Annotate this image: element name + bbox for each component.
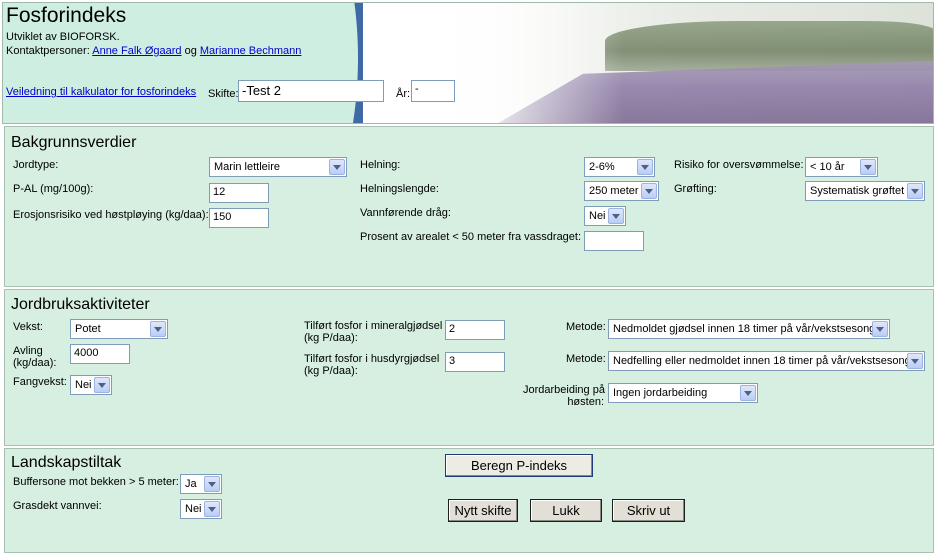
close-button[interactable]: Lukk [530,499,602,522]
contacts-label: Kontaktpersoner: [6,45,90,57]
grassed-waterway-select[interactable]: Nei [180,499,222,519]
flood-risk-select[interactable]: < 10 år [805,157,878,177]
slope-length-value: 250 meter [589,185,639,197]
drainage-value: Systematisk grøftet [810,185,905,197]
contacts-line: Kontaktpersoner: Anne Falk Øgaard og Mar… [6,45,301,57]
drainage-select[interactable]: Systematisk grøftet [805,181,925,201]
slope-label: Helning: [360,159,401,171]
tillage-label: Jordarbeiding på høsten: [523,384,605,408]
method-1-value: Nedmoldet gjødsel innen 18 timer på vår/… [613,323,876,335]
grassed-waterway-label: Grasdekt vannvei: [13,500,102,512]
chevron-down-icon[interactable] [907,353,923,369]
manure-p-label-line-2: (kg P/daa): [304,365,358,377]
chevron-down-icon[interactable] [608,208,624,224]
chevron-down-icon[interactable] [150,321,166,337]
erosion-input[interactable]: 150 [209,208,269,228]
chevron-down-icon[interactable] [94,377,110,393]
guide-link[interactable]: Veiledning til kalkulator for fosforinde… [6,86,196,98]
developer-credit: Utviklet av BIOFORSK. [6,31,120,43]
chevron-down-icon[interactable] [204,476,220,492]
tillage-value: Ingen jordarbeiding [613,387,708,399]
photo-fade [363,3,623,123]
chevron-down-icon[interactable] [860,159,876,175]
year-input[interactable]: - [411,80,455,102]
slope-length-select[interactable]: 250 meter [584,181,659,201]
yield-label-line-1: Avling [13,345,43,357]
agriculture-title: Jordbruksaktiviteter [11,296,150,313]
waterway-label: Vannførende dråg: [360,207,451,219]
slope-select[interactable]: 2-6% [584,157,655,177]
grassed-waterway-value: Nei [185,503,202,515]
tillage-select[interactable]: Ingen jordarbeiding [608,383,758,403]
chevron-down-icon[interactable] [740,385,756,401]
page-title: Fosforindeks [6,4,127,27]
field-label: Skifte: [208,88,239,100]
method-2-value: Nedfelling eller nedmoldet innen 18 time… [613,355,911,367]
waterway-value: Nei [589,210,606,222]
landscape-title: Landskapstiltak [11,454,122,471]
contact-link-2[interactable]: Marianne Bechmann [200,45,302,57]
yield-input[interactable]: 4000 [70,344,130,364]
method-1-select[interactable]: Nedmoldet gjødsel innen 18 timer på vår/… [608,319,890,339]
manure-p-label-line-1: Tilført fosfor i husdyrgjødsel [304,353,440,365]
catch-crop-select[interactable]: Nei [70,375,112,395]
flood-risk-value: < 10 år [810,161,845,173]
manure-p-input[interactable]: 3 [445,352,505,372]
yield-label: Avling (kg/daa): [13,345,56,369]
background-values-title: Bakgrunnsverdier [11,134,137,151]
chevron-down-icon[interactable] [204,501,220,517]
mineral-p-label-line-1: Tilført fosfor i mineralgjødsel [304,320,443,332]
method-1-label: Metode: [566,321,606,333]
contact-link-1[interactable]: Anne Falk Øgaard [92,45,181,57]
contacts-and: og [184,45,197,57]
new-field-button[interactable]: Nytt skifte [448,499,518,522]
mineral-p-label-line-2: (kg P/daa): [304,332,358,344]
pal-label: P-AL (mg/100g): [13,183,94,195]
field-name-input[interactable]: -Test 2 [238,80,384,102]
yield-label-line-2: (kg/daa): [13,357,57,369]
manure-p-label: Tilført fosfor i husdyrgjødsel (kg P/daa… [304,353,439,377]
crop-value: Potet [75,323,101,335]
print-button[interactable]: Skriv ut [612,499,685,522]
slope-length-label: Helningslengde: [360,183,439,195]
background-values-panel: Bakgrunnsverdier [4,126,934,287]
header-landscape-photo [363,3,933,123]
pal-input[interactable]: 12 [209,183,269,203]
chevron-down-icon[interactable] [872,321,888,337]
buffer-label: Buffersone mot bekken > 5 meter: [13,476,179,488]
waterway-select[interactable]: Nei [584,206,626,226]
soil-type-select[interactable]: Marin lettleire [209,157,347,177]
buffer-value: Ja [185,478,197,490]
tillage-label-line-1: Jordarbeiding på [523,384,605,396]
method-2-select[interactable]: Nedfelling eller nedmoldet innen 18 time… [608,351,925,371]
method-2-label: Metode: [566,353,606,365]
crop-label: Vekst: [13,321,43,333]
chevron-down-icon[interactable] [637,159,653,175]
chevron-down-icon[interactable] [641,183,657,199]
catch-crop-label: Fangvekst: [13,376,67,388]
buffer-select[interactable]: Ja [180,474,222,494]
drainage-label: Grøfting: [674,183,717,195]
flood-risk-label: Risiko for oversvømmelse: [674,159,804,171]
chevron-down-icon[interactable] [329,159,345,175]
chevron-down-icon[interactable] [907,183,923,199]
catch-crop-value: Nei [75,379,92,391]
soil-type-label: Jordtype: [13,159,59,171]
soil-type-value: Marin lettleire [214,161,281,173]
header-decor-arc-inner [143,3,358,123]
header-banner [2,2,934,124]
crop-select[interactable]: Potet [70,319,168,339]
mineral-p-label: Tilført fosfor i mineralgjødsel (kg P/da… [304,320,442,344]
calculate-p-index-button[interactable]: Beregn P-indeks [445,454,593,477]
percent-area-label: Prosent av arealet < 50 meter fra vassdr… [360,231,582,243]
mineral-p-input[interactable]: 2 [445,320,505,340]
percent-area-input[interactable] [584,231,644,251]
erosion-label: Erosjonsrisiko ved høstpløying (kg/daa): [13,209,209,221]
slope-value: 2-6% [589,161,615,173]
tillage-label-line-2: høsten: [567,396,604,408]
year-label: År: [396,88,411,100]
